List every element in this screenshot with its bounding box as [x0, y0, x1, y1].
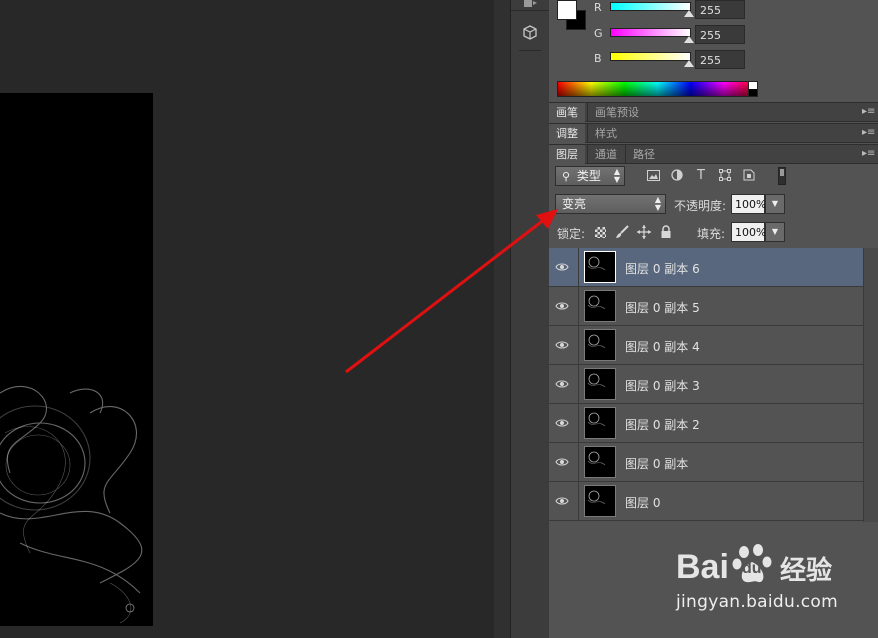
color-panel: R 255 G 255 B 255	[549, 0, 878, 102]
foreground-color-swatch[interactable]	[557, 0, 577, 20]
black-white-swatch[interactable]	[748, 81, 758, 97]
layer-thumbnail	[584, 446, 616, 478]
adjustments-panel-tabbar: 调整 样式 ▸≡	[549, 123, 878, 143]
layer-thumbnail	[584, 485, 616, 517]
layer-row[interactable]: 图层 0	[549, 482, 863, 521]
layer-name[interactable]: 图层 0 副本	[625, 455, 688, 472]
red-slider-thumb[interactable]	[684, 10, 694, 17]
layer-row[interactable]: 图层 0 副本 5	[549, 287, 863, 326]
lock-label: 锁定:	[557, 227, 586, 241]
tab-paths[interactable]: 路径	[625, 145, 662, 164]
document-canvas[interactable]	[0, 93, 153, 626]
adjustment-filter-icon[interactable]	[669, 167, 685, 183]
layer-name[interactable]: 图层 0 副本 6	[625, 260, 700, 277]
layer-name[interactable]: 图层 0 副本 3	[625, 377, 700, 394]
watermark-logo: Bai du 经验	[672, 540, 872, 590]
green-slider-track[interactable]	[610, 28, 691, 37]
smoke-ring-artwork	[0, 386, 143, 624]
image-filter-icon[interactable]	[645, 167, 661, 183]
layer-thumbnail	[584, 329, 616, 361]
layer-row[interactable]: 图层 0 副本 2	[549, 404, 863, 443]
layers-panel-tabbar: 图层 通道 路径 ▸≡	[549, 144, 878, 164]
3d-panel-icon[interactable]	[519, 22, 541, 44]
updown-arrow-icon: ▲ ▼	[613, 167, 620, 184]
blue-value-field[interactable]: 255	[695, 50, 745, 69]
tab-brush-presets[interactable]: 画笔预设	[587, 103, 646, 122]
visibility-eye-icon[interactable]	[555, 299, 569, 313]
green-value-field[interactable]: 255	[695, 25, 745, 44]
layer-name[interactable]: 图层 0 副本 4	[625, 338, 700, 355]
panel-menu-icon[interactable]: ▸≡	[862, 148, 875, 160]
opacity-slider-button[interactable]: ▼	[765, 194, 785, 214]
red-value-field[interactable]: 255	[695, 0, 745, 19]
tab-styles[interactable]: 样式	[587, 124, 624, 143]
panel-menu-icon[interactable]: ▸≡	[862, 127, 875, 139]
fill-label: 填充:	[697, 227, 726, 241]
visibility-eye-icon[interactable]	[555, 377, 569, 391]
lock-transparency-icon[interactable]	[595, 227, 606, 238]
fill-field[interactable]: 100%	[731, 222, 766, 242]
blend-mode-dropdown[interactable]: 变亮 ▲ ▼	[555, 194, 666, 214]
watermark-url: jingyan.baidu.com	[676, 592, 838, 612]
panel-icon-dock	[510, 0, 550, 638]
opacity-label: 不透明度:	[674, 199, 727, 213]
lock-position-move-icon[interactable]	[637, 225, 651, 242]
layers-list: 图层 0 副本 6 图层 0 副本 5 图层 0 副本 4 图层 0 副本 3 …	[549, 248, 863, 522]
smart-object-filter-icon[interactable]	[741, 167, 757, 183]
blue-slider-thumb[interactable]	[684, 60, 694, 67]
tab-brush[interactable]: 画笔	[549, 103, 585, 122]
red-slider-track[interactable]	[610, 2, 691, 11]
color-spectrum-ramp[interactable]	[557, 81, 758, 97]
layer-thumbnail	[584, 251, 616, 283]
lock-pixels-brush-icon[interactable]	[615, 225, 629, 242]
blend-mode-value: 变亮	[562, 197, 587, 211]
fill-slider-button[interactable]: ▼	[765, 222, 785, 242]
blue-channel-label: B	[594, 52, 602, 65]
layer-name[interactable]: 图层 0 副本 2	[625, 416, 700, 433]
layer-name[interactable]: 图层 0	[625, 494, 660, 511]
canvas-workspace[interactable]	[0, 0, 494, 638]
layer-row[interactable]: 图层 0 副本 6	[549, 248, 863, 287]
layer-thumbnail	[584, 368, 616, 400]
blue-slider-track[interactable]	[610, 52, 691, 61]
visibility-eye-icon[interactable]	[555, 494, 569, 508]
lock-all-icon[interactable]	[660, 225, 672, 242]
filter-kind-value: 类型	[576, 169, 601, 183]
tab-layers[interactable]: 图层	[549, 145, 585, 164]
type-filter-icon[interactable]: T	[693, 167, 709, 183]
layer-row[interactable]: 图层 0 副本 4	[549, 326, 863, 365]
layer-thumbnail	[584, 407, 616, 439]
layer-thumbnail	[584, 290, 616, 322]
green-slider-thumb[interactable]	[684, 36, 694, 43]
panel-menu-icon[interactable]: ▸≡	[862, 106, 875, 118]
baidu-jingyan-watermark: Bai du 经验 jingyan.baidu.com	[672, 540, 872, 620]
layer-row[interactable]: 图层 0 副本	[549, 443, 863, 482]
green-channel-label: G	[594, 27, 603, 40]
opacity-field[interactable]: 100%	[731, 194, 766, 214]
red-channel-label: R	[594, 1, 602, 14]
tab-channels[interactable]: 通道	[587, 145, 624, 164]
layer-name[interactable]: 图层 0 副本 5	[625, 299, 700, 316]
visibility-eye-icon[interactable]	[555, 416, 569, 430]
layer-row[interactable]: 图层 0 副本 3	[549, 365, 863, 404]
visibility-eye-icon[interactable]	[555, 338, 569, 352]
search-icon: ⚲	[562, 170, 571, 183]
shape-filter-icon[interactable]	[717, 167, 733, 183]
visibility-eye-icon[interactable]	[555, 455, 569, 469]
dock-divider	[519, 50, 541, 51]
updown-arrow-icon: ▲ ▼	[654, 195, 661, 212]
visibility-eye-icon[interactable]	[555, 260, 569, 274]
layers-scrollbar[interactable]	[863, 248, 878, 522]
history-panel-icon[interactable]	[519, 0, 541, 16]
layer-filter-dropdown[interactable]: ⚲ 类型 ▲ ▼	[555, 166, 625, 186]
filter-toggle-switch[interactable]	[778, 167, 786, 185]
brush-panel-tabbar: 画笔 画笔预设 ▸≡	[549, 102, 878, 122]
tab-adjustments[interactable]: 调整	[549, 124, 585, 143]
canvas-scrollbar[interactable]	[494, 0, 510, 638]
